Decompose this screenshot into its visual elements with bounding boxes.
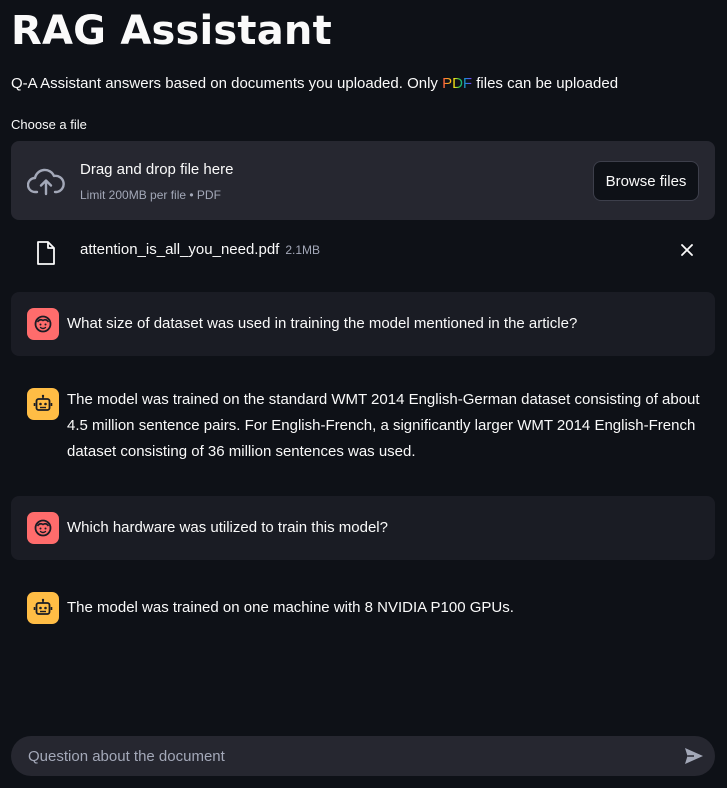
page-subtitle: Q-A Assistant answers based on documents… (11, 75, 618, 92)
subtitle-pdf-highlight: PDF (442, 75, 473, 92)
uploaded-file-size: 2.1MB (285, 243, 321, 257)
chat-message-text: The model was trained on one machine wit… (67, 599, 514, 616)
robot-icon (33, 598, 53, 615)
chat-input-bar (11, 736, 715, 776)
subtitle-text-end: files can be uploaded (472, 75, 619, 92)
uploaded-file-name-wrap: attention_is_all_you_need.pdf 2.1MB (80, 241, 320, 258)
user-face-icon (34, 519, 52, 537)
page-title: RAG Assistant (11, 8, 332, 54)
question-input[interactable] (11, 736, 671, 776)
chat-message-user: Which hardware was utilized to train thi… (11, 496, 715, 560)
file-icon (37, 241, 55, 265)
robot-icon (33, 394, 53, 411)
file-uploader-label: Choose a file (11, 117, 87, 132)
chat-message-assistant: The model was trained on one machine wit… (11, 576, 715, 640)
assistant-avatar (27, 592, 59, 624)
file-dropzone[interactable]: Drag and drop file here Limit 200MB per … (11, 141, 715, 220)
dropzone-instruction: Drag and drop file here (80, 161, 234, 178)
app-page: RAG Assistant Q-A Assistant answers base… (0, 0, 727, 788)
chat-message-text: The model was trained on the standard WM… (67, 391, 700, 460)
uploaded-file-name: attention_is_all_you_need.pdf (80, 241, 280, 258)
cloud-upload-icon (27, 168, 65, 196)
chat-message-text: What size of dataset was used in trainin… (67, 315, 578, 332)
chat-message-user: What size of dataset was used in trainin… (11, 292, 715, 356)
user-avatar (27, 308, 59, 340)
user-avatar (27, 512, 59, 544)
dropzone-limit-text: Limit 200MB per file • PDF (80, 188, 221, 202)
browse-files-button[interactable]: Browse files (593, 161, 699, 201)
uploaded-file-row: attention_is_all_you_need.pdf 2.1MB (11, 230, 715, 272)
user-face-icon (34, 315, 52, 333)
subtitle-text: Q-A Assistant answers based on documents… (11, 75, 443, 92)
chat-message-assistant: The model was trained on the standard WM… (11, 372, 715, 478)
send-icon[interactable] (683, 745, 705, 767)
remove-file-icon[interactable] (679, 242, 695, 258)
assistant-avatar (27, 388, 59, 420)
chat-message-text: Which hardware was utilized to train thi… (67, 519, 388, 536)
